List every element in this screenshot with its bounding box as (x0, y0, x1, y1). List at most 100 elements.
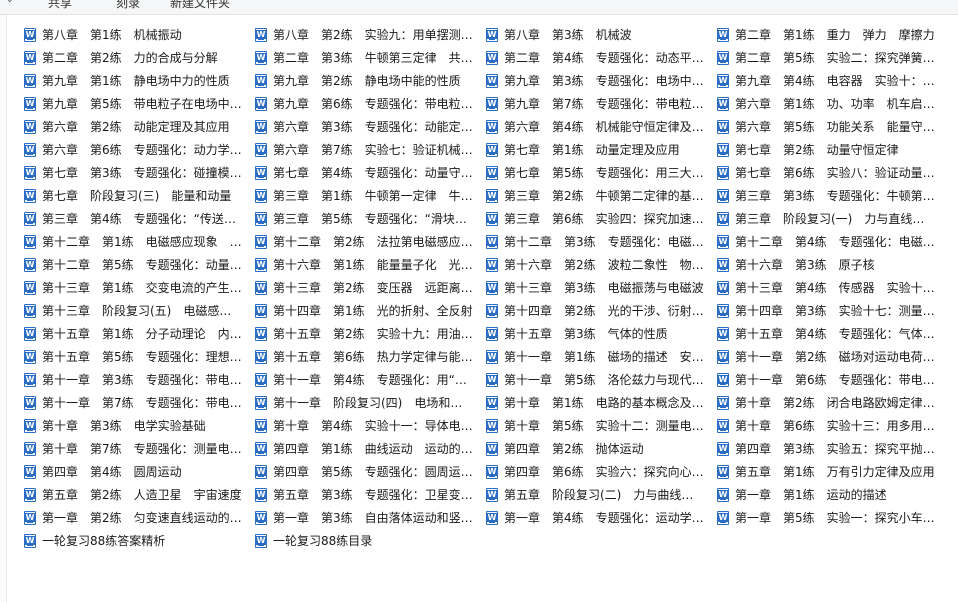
file-item[interactable]: 第七章 第1练 动量定理及应用 (486, 138, 717, 161)
file-item[interactable]: 第十一章 第6练 专题强化：带电… (717, 368, 948, 391)
file-item[interactable]: 第十五章 第2练 实验十九：用油… (255, 322, 486, 345)
file-item[interactable]: 第十二章 第5练 专题强化：动量… (24, 253, 255, 276)
file-item[interactable]: 第六章 第3练 专题强化：动能定… (255, 115, 486, 138)
file-item[interactable]: 第七章 第6练 实验八：验证动量… (717, 161, 948, 184)
file-item[interactable]: 第七章 第2练 动量守恒定律 (717, 138, 948, 161)
file-item[interactable]: 第三章 第1练 牛顿第一定律 牛… (255, 184, 486, 207)
file-item[interactable]: 第二章 第2练 力的合成与分解 (24, 46, 255, 69)
file-item[interactable]: 第十章 第3练 电学实验基础 (24, 414, 255, 437)
file-item[interactable]: 第四章 第1练 曲线运动 运动的… (255, 437, 486, 460)
file-item[interactable]: 第十章 第4练 实验十一：导体电… (255, 414, 486, 437)
file-item[interactable]: 第九章 第3练 专题强化：电场中… (486, 69, 717, 92)
file-item[interactable]: 第四章 第6练 实验六：探究向心… (486, 460, 717, 483)
file-item[interactable]: 第一章 第2练 匀变速直线运动的… (24, 506, 255, 529)
word-document-icon (255, 349, 267, 364)
file-item[interactable]: 第九章 第5练 带电粒子在电场中… (24, 92, 255, 115)
file-item[interactable]: 一轮复习88练答案精析 (24, 529, 255, 552)
file-item[interactable]: 第九章 第6练 专题强化：带电粒… (255, 92, 486, 115)
file-item[interactable]: 第十六章 第3练 原子核 (717, 253, 948, 276)
file-item[interactable]: 第六章 第1练 功、功率 机车启… (717, 92, 948, 115)
new-folder-menu[interactable]: 新建文件夹 (170, 0, 230, 11)
file-item[interactable]: 第十四章 第2练 光的干涉、衍射… (486, 299, 717, 322)
file-item[interactable]: 第十五章 第4练 专题强化：气体… (717, 322, 948, 345)
file-item[interactable]: 第一章 第3练 自由落体运动和竖… (255, 506, 486, 529)
file-item[interactable]: 第十二章 第4练 专题强化：电磁… (717, 230, 948, 253)
file-item[interactable]: 第十章 第5练 实验十二：测量电… (486, 414, 717, 437)
file-item[interactable]: 第十五章 第1练 分子动理论 内… (24, 322, 255, 345)
file-item[interactable]: 第二章 第1练 重力 弹力 摩擦力 (717, 23, 948, 46)
file-item[interactable]: 第十四章 第1练 光的折射、全反射 (255, 299, 486, 322)
file-item[interactable]: 第九章 第2练 静电场中能的性质 (255, 69, 486, 92)
file-item[interactable]: 第二章 第5练 实验二：探究弹簧… (717, 46, 948, 69)
file-item[interactable]: 第十三章 第2练 变压器 远距离… (255, 276, 486, 299)
file-item[interactable]: 第十六章 第2练 波粒二象性 物… (486, 253, 717, 276)
file-item[interactable]: 第九章 第7练 专题强化：带电粒… (486, 92, 717, 115)
file-name: 第四章 第4练 圆周运动 (42, 465, 182, 479)
file-item[interactable]: 第二章 第3练 牛顿第三定律 共… (255, 46, 486, 69)
chevron-down-icon[interactable]: ⌄ (6, 0, 14, 5)
file-item[interactable]: 第五章 第1练 万有引力定律及应用 (717, 460, 948, 483)
file-item[interactable]: 第八章 第2练 实验九：用单摆测… (255, 23, 486, 46)
file-name: 第九章 第2练 静电场中能的性质 (273, 74, 461, 88)
file-item[interactable]: 第五章 第3练 专题强化：卫星变… (255, 483, 486, 506)
file-item[interactable]: 第十三章 第1练 交变电流的产生… (24, 276, 255, 299)
file-item[interactable]: 一轮复习88练目录 (255, 529, 486, 552)
file-item[interactable]: 第十章 第2练 闭合电路欧姆定律… (717, 391, 948, 414)
file-item[interactable]: 第四章 第2练 抛体运动 (486, 437, 717, 460)
file-item[interactable]: 第四章 第5练 专题强化：圆周运… (255, 460, 486, 483)
share-menu[interactable]: 共享 (48, 0, 72, 11)
file-item[interactable]: 第一章 第4练 专题强化：运动学… (486, 506, 717, 529)
file-item[interactable]: 第八章 第3练 机械波 (486, 23, 717, 46)
file-item[interactable]: 第十章 第1练 电路的基本概念及… (486, 391, 717, 414)
file-name: 第五章 第2练 人造卫星 宇宙速度 (42, 488, 242, 502)
file-item[interactable]: 第四章 第4练 圆周运动 (24, 460, 255, 483)
file-item[interactable]: 第十一章 第4练 专题强化：用“… (255, 368, 486, 391)
file-item[interactable]: 第三章 阶段复习(一) 力与直线运动 (717, 207, 948, 230)
burn-menu[interactable]: 刻录 (116, 0, 140, 11)
file-item[interactable]: 第四章 第3练 实验五：探究平抛… (717, 437, 948, 460)
file-item[interactable]: 第十六章 第1练 能量量子化 光… (255, 253, 486, 276)
file-item[interactable]: 第六章 第5练 功能关系 能量守… (717, 115, 948, 138)
file-item[interactable]: 第三章 第5练 专题强化：“滑块… (255, 207, 486, 230)
file-item[interactable]: 第三章 第2练 牛顿第二定律的基… (486, 184, 717, 207)
file-item[interactable]: 第十一章 第3练 专题强化：带电… (24, 368, 255, 391)
file-item[interactable]: 第十一章 第5练 洛伦兹力与现代… (486, 368, 717, 391)
file-item[interactable]: 第六章 第4练 机械能守恒定律及… (486, 115, 717, 138)
file-item[interactable]: 第一章 第5练 实验一：探究小车… (717, 506, 948, 529)
file-item[interactable]: 第七章 第5练 专题强化：用三大… (486, 161, 717, 184)
file-item[interactable]: 第三章 第3练 专题强化：牛顿第… (717, 184, 948, 207)
file-item[interactable]: 第七章 第3练 专题强化：碰撞模… (24, 161, 255, 184)
file-item[interactable]: 第十三章 阶段复习(五) 电磁感应… (24, 299, 255, 322)
file-item[interactable]: 第八章 第1练 机械振动 (24, 23, 255, 46)
file-item[interactable]: 第十章 第6练 实验十三：用多用… (717, 414, 948, 437)
file-item[interactable]: 第十二章 第2练 法拉第电磁感应… (255, 230, 486, 253)
file-item[interactable]: 第六章 第6练 专题强化：动力学… (24, 138, 255, 161)
file-item[interactable]: 第十二章 第1练 电磁感应现象 … (24, 230, 255, 253)
file-item[interactable]: 第十五章 第6练 热力学定律与能… (255, 345, 486, 368)
file-item[interactable]: 第十二章 第3练 专题强化：电磁… (486, 230, 717, 253)
file-item[interactable]: 第五章 第2练 人造卫星 宇宙速度 (24, 483, 255, 506)
file-item[interactable]: 第十一章 阶段复习(四) 电场和磁场 (255, 391, 486, 414)
file-item[interactable]: 第十三章 第3练 电磁振荡与电磁波 (486, 276, 717, 299)
file-item[interactable]: 第十一章 第2练 磁场对运动电荷(… (717, 345, 948, 368)
file-item[interactable]: 第十一章 第7练 专题强化：带电… (24, 391, 255, 414)
file-item[interactable]: 第七章 第4练 专题强化：动量守… (255, 161, 486, 184)
file-item[interactable]: 第六章 第7练 实验七：验证机械… (255, 138, 486, 161)
file-item[interactable]: 第十一章 第1练 磁场的描述 安… (486, 345, 717, 368)
file-item[interactable]: 第三章 第4练 专题强化：“传送… (24, 207, 255, 230)
file-item[interactable]: 第九章 第1练 静电场中力的性质 (24, 69, 255, 92)
file-item[interactable]: 第十四章 第3练 实验十七：测量… (717, 299, 948, 322)
word-document-icon (717, 142, 729, 157)
file-item[interactable]: 第十章 第7练 专题强化：测量电… (24, 437, 255, 460)
file-item[interactable]: 第三章 第6练 实验四：探究加速… (486, 207, 717, 230)
file-item[interactable]: 第九章 第4练 电容器 实验十：… (717, 69, 948, 92)
file-item[interactable]: 第七章 阶段复习(三) 能量和动量 (24, 184, 255, 207)
file-item[interactable]: 第二章 第4练 专题强化：动态平… (486, 46, 717, 69)
file-item[interactable]: 第十五章 第5练 专题强化：理想… (24, 345, 255, 368)
file-item[interactable]: 第十三章 第4练 传感器 实验十… (717, 276, 948, 299)
file-item[interactable]: 第十五章 第3练 气体的性质 (486, 322, 717, 345)
file-item[interactable]: 第六章 第2练 动能定理及其应用 (24, 115, 255, 138)
file-item[interactable]: 第五章 阶段复习(二) 力与曲线运动 (486, 483, 717, 506)
file-item[interactable]: 第一章 第1练 运动的描述 (717, 483, 948, 506)
file-name: 第十五章 第6练 热力学定律与能… (273, 350, 473, 364)
